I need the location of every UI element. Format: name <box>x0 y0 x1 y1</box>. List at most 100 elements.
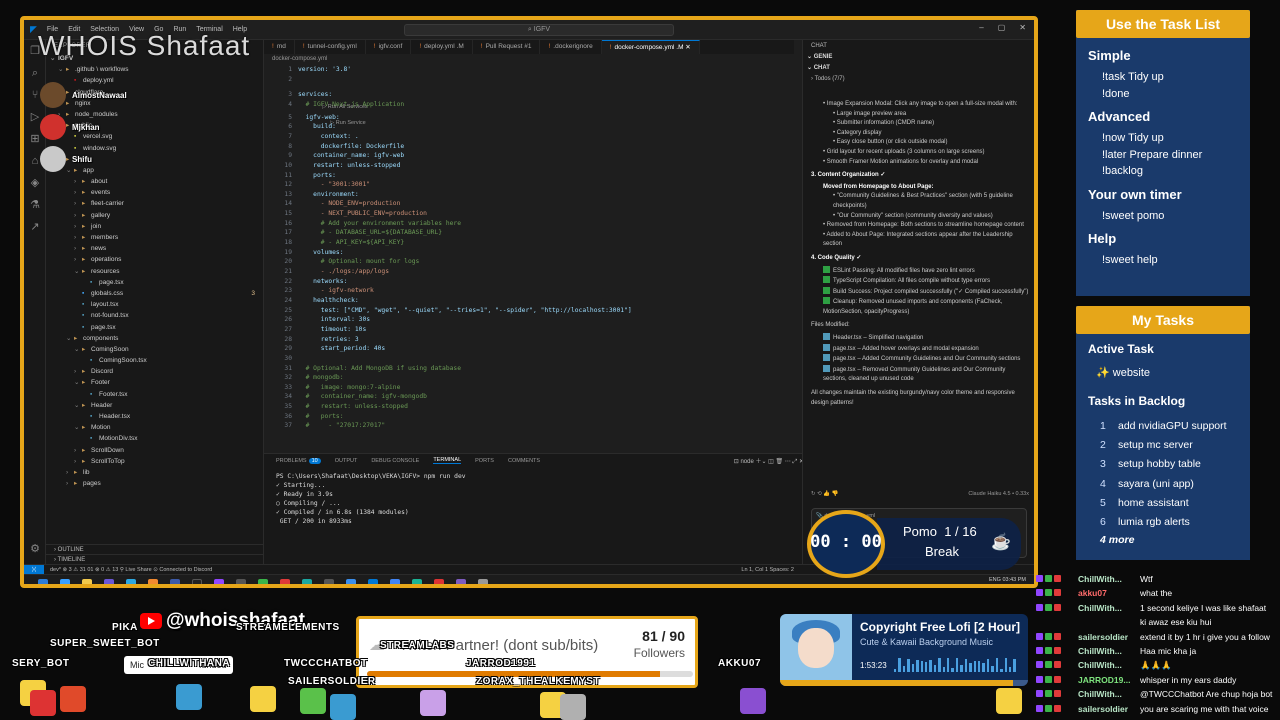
docker-icon[interactable]: ◈ <box>24 172 46 194</box>
taskbar-app-icon[interactable] <box>412 579 422 584</box>
tree-file[interactable]: ▪ page.tsx <box>46 322 263 333</box>
panel-tab[interactable]: COMMENTS <box>508 458 540 464</box>
tree-file[interactable]: ▪ Footer.tsx <box>46 389 263 400</box>
tree-folder[interactable]: ⌄ ▸ components <box>46 333 263 344</box>
outline-section[interactable]: › OUTLINE <box>46 544 263 554</box>
close-icon[interactable]: ✕ <box>1019 23 1026 32</box>
taskbar-app-icon[interactable] <box>60 579 70 584</box>
discord-icon[interactable] <box>170 579 180 584</box>
taskbar-app-icon[interactable] <box>324 579 334 584</box>
tree-folder[interactable]: ⌄ ▸ Header <box>46 400 263 411</box>
panel-tab[interactable]: DEBUG CONSOLE <box>371 458 419 464</box>
windows-start-icon[interactable] <box>38 579 48 584</box>
chrome-icon[interactable] <box>390 579 400 584</box>
terminal-output[interactable]: PS C:\Users\Shafaat\Desktop\VEKA\IGFV> n… <box>276 472 466 526</box>
thumbs-up-icon[interactable]: 👍 <box>823 491 830 497</box>
editor-tab[interactable]: ! Pull Request #1 <box>473 40 541 54</box>
code-line: dockerfile: Dockerfile <box>298 142 405 150</box>
taskbar-app-icon[interactable] <box>434 579 444 584</box>
settings-gear-icon[interactable]: ⚙ <box>24 538 46 560</box>
search-icon[interactable]: ⌕ <box>24 62 46 84</box>
tree-folder[interactable]: › ▸ lib <box>46 467 263 478</box>
tree-file[interactable]: ▪ layout.tsx <box>46 299 263 310</box>
command-search[interactable]: ⌕ IGFV <box>404 24 674 36</box>
backlog-text: lumia rgb alerts <box>1118 516 1190 528</box>
undo-icon[interactable]: ⟲ <box>817 491 822 497</box>
taskbar-app-icon[interactable] <box>236 579 246 584</box>
system-tray[interactable]: ENG 03:43 PM 03-11-2025 <box>989 577 1026 584</box>
live-share-icon[interactable]: ↗ <box>24 216 46 238</box>
maximize-panel-icon[interactable]: ⤢ <box>792 459 797 465</box>
taskbar-app-icon[interactable] <box>478 579 488 584</box>
retry-icon[interactable]: ↻ <box>811 491 816 497</box>
timeline-section[interactable]: › TIMELINE <box>46 554 263 564</box>
new-terminal-icon[interactable]: ＋⌄ <box>755 459 766 465</box>
vscode-taskbar-icon[interactable] <box>346 579 356 584</box>
tree-file[interactable]: ▪ MotionDiv.tsx <box>46 433 263 444</box>
chat-username: sailersoldier <box>1078 703 1129 714</box>
tree-folder[interactable]: › ▸ fleet-carrier <box>46 198 263 209</box>
tree-folder[interactable]: ⌄ ▸ resources <box>46 266 263 277</box>
tree-folder[interactable]: › ▸ about <box>46 176 263 187</box>
twitch-icon[interactable] <box>214 579 224 584</box>
terminal-app-icon[interactable] <box>192 579 202 584</box>
genie-section[interactable]: ⌄ GENIE <box>803 52 1034 63</box>
split-terminal-icon[interactable]: ◫ <box>768 459 774 465</box>
todos-collapse[interactable]: › Todos (7/7) <box>803 74 1034 85</box>
tree-file[interactable]: ▪ ComingSoon.tsx <box>46 355 263 366</box>
taskbar-app-icon[interactable] <box>258 579 268 584</box>
taskbar-app-icon[interactable] <box>280 579 290 584</box>
tree-folder[interactable]: ⌄ ▸ .github \ workflows <box>46 64 263 75</box>
status-left[interactable]: dev* ⊗ 3 ⚠ 31 01 ⊗ 0 ⚠ 13 ⚲ Live Share ⊙… <box>50 567 212 573</box>
tree-folder[interactable]: › ▸ join <box>46 221 263 232</box>
tree-folder[interactable]: › ▸ operations <box>46 254 263 265</box>
breadcrumb-file[interactable]: docker-compose.yml <box>272 56 327 62</box>
editor-tab[interactable]: ! md <box>264 40 295 54</box>
taskbar-app-icon[interactable] <box>104 579 114 584</box>
tree-folder[interactable]: › ▸ Discord <box>46 366 263 377</box>
taskbar-app-icon[interactable] <box>148 579 158 584</box>
file-explorer-icon[interactable] <box>82 579 92 584</box>
tree-folder[interactable]: ⌄ ▸ Footer <box>46 377 263 388</box>
tree-folder[interactable]: › ▸ gallery <box>46 210 263 221</box>
editor-tab[interactable]: ! igfv.conf <box>366 40 412 54</box>
editor-tab[interactable]: ! .dockerignore <box>540 40 602 54</box>
testing-icon[interactable]: ⚗ <box>24 194 46 216</box>
tree-folder[interactable]: › ▸ members <box>46 232 263 243</box>
chat-section[interactable]: ⌄ CHAT <box>803 63 1034 74</box>
panel-tab[interactable]: PROBLEMS 10 <box>276 457 321 464</box>
tree-folder[interactable]: ⌄ ▸ ComingSoon <box>46 344 263 355</box>
editor-tab[interactable]: ! tunnel-config.yml <box>295 40 366 54</box>
tree-file[interactable]: ▪ globals.css 3 <box>46 288 263 299</box>
tree-file[interactable]: ▪ Header.tsx <box>46 411 263 422</box>
close-tab-icon[interactable]: ✕ <box>684 44 690 51</box>
tree-folder[interactable]: ⌄ ▸ Motion <box>46 422 263 433</box>
tree-folder[interactable]: › ▸ events <box>46 187 263 198</box>
tree-folder[interactable]: › ▸ pages <box>46 478 263 489</box>
terminal-shell-icon[interactable]: ⊡ <box>734 459 739 465</box>
taskbar-app-icon[interactable] <box>456 579 466 584</box>
panel-tab[interactable]: PORTS <box>475 458 494 464</box>
tree-file[interactable]: ▪ not-found.tsx <box>46 310 263 321</box>
vscode-insiders-icon[interactable] <box>368 579 378 584</box>
terminal-shell-label[interactable]: node <box>740 459 753 465</box>
minimize-icon[interactable]: – <box>979 23 983 32</box>
tree-label: ScrollToTop <box>91 457 125 465</box>
maximize-icon[interactable]: ▢ <box>998 23 1006 32</box>
code-editor[interactable]: 1 version: '3.8' 2 ▷ Run All Services 3 servi… <box>264 64 794 453</box>
thumbs-down-icon[interactable]: 👎 <box>832 491 839 497</box>
tree-folder[interactable]: › ▸ ScrollDown <box>46 445 263 456</box>
more-icon[interactable]: ⋯ <box>785 459 791 465</box>
panel-tab[interactable]: TERMINAL <box>433 457 462 464</box>
taskbar-app-icon[interactable] <box>302 579 312 584</box>
help-panel-title: Use the Task List <box>1076 10 1250 38</box>
kill-terminal-icon[interactable]: 🗑 <box>776 459 784 465</box>
chat-line: Files Modified: <box>811 321 1029 331</box>
panel-tab[interactable]: OUTPUT <box>335 458 358 464</box>
tree-file[interactable]: ▪ page.tsx <box>46 277 263 288</box>
tree-folder[interactable]: › ▸ news <box>46 243 263 254</box>
editor-tab[interactable]: ! docker-compose.yml .M ✕ <box>601 40 700 54</box>
editor-tab[interactable]: ! deploy.yml .M <box>411 40 473 54</box>
edge-icon[interactable] <box>126 579 136 584</box>
tree-folder[interactable]: › ▸ ScrollToTop <box>46 456 263 467</box>
